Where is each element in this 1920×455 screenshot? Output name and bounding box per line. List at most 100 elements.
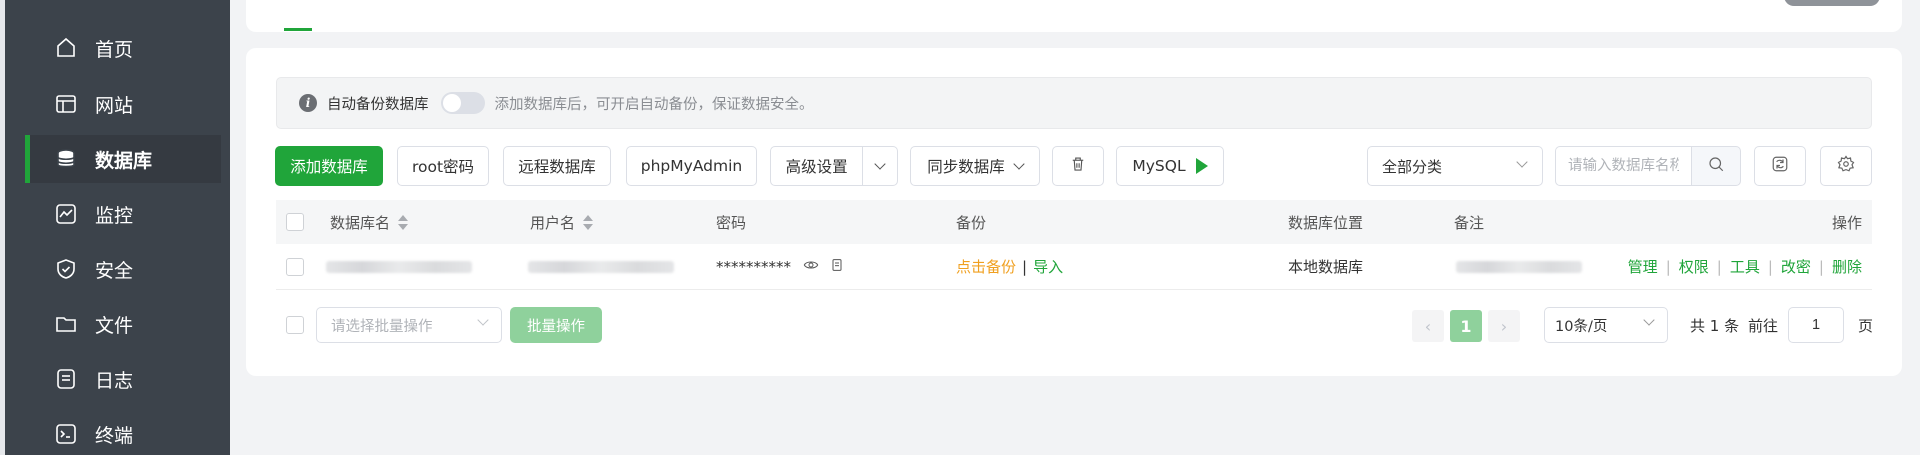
select-all-checkbox[interactable] bbox=[286, 213, 304, 231]
auto-backup-label: 自动备份数据库 bbox=[327, 96, 429, 113]
advanced-settings-button[interactable]: 高级设置 bbox=[770, 146, 898, 186]
permission-link[interactable]: 权限 bbox=[1679, 256, 1709, 277]
sync-database-label: 同步数据库 bbox=[927, 158, 1005, 176]
page-number[interactable]: 1 bbox=[1450, 310, 1482, 342]
batch-operation-select[interactable]: 请选择批量操作 bbox=[316, 307, 502, 343]
page-size-select[interactable]: 10条/页 bbox=[1544, 307, 1668, 343]
delete-button[interactable] bbox=[1052, 146, 1104, 186]
settings-button[interactable] bbox=[1820, 146, 1872, 186]
batch-operation-label: 批量操作 bbox=[527, 318, 585, 335]
db-name-cell[interactable] bbox=[326, 244, 472, 289]
db-location-value: 本地数据库 bbox=[1288, 258, 1364, 276]
play-icon bbox=[1195, 158, 1208, 174]
footer-select-all-checkbox[interactable] bbox=[286, 316, 304, 334]
advanced-settings-label: 高级设置 bbox=[785, 158, 848, 176]
prev-page-button[interactable]: ‹ bbox=[1412, 310, 1444, 342]
col-name[interactable]: 数据库名 bbox=[330, 200, 409, 244]
col-password: 密码 bbox=[716, 200, 746, 244]
sidebar-item-website[interactable]: 网站 bbox=[25, 80, 221, 128]
mysql-version-button[interactable]: MySQL bbox=[1116, 146, 1224, 186]
sort-icon[interactable] bbox=[583, 214, 594, 230]
col-actions-label: 操作 bbox=[1831, 213, 1862, 232]
log-icon bbox=[53, 366, 79, 392]
db-location-cell: 本地数据库 bbox=[1288, 244, 1363, 289]
manage-link[interactable]: 管理 bbox=[1628, 256, 1658, 277]
phpmyadmin-button[interactable]: phpMyAdmin bbox=[626, 146, 757, 186]
change-password-link[interactable]: 改密 bbox=[1781, 256, 1811, 277]
add-database-button[interactable]: 添加数据库 bbox=[275, 146, 383, 186]
terminal-icon bbox=[53, 421, 79, 447]
goto-label: 前往 bbox=[1748, 316, 1779, 335]
database-panel: i 自动备份数据库 添加数据库后，可开启自动备份，保证数据安全。 添加数据库 r… bbox=[246, 48, 1902, 376]
root-password-button[interactable]: root密码 bbox=[397, 146, 489, 186]
website-icon bbox=[53, 91, 79, 117]
goto-page-input[interactable] bbox=[1788, 307, 1844, 343]
chevron-down-icon bbox=[1516, 156, 1528, 168]
toggle-knob bbox=[442, 94, 461, 112]
eye-icon[interactable] bbox=[803, 257, 819, 277]
auto-backup-toggle[interactable] bbox=[440, 92, 485, 114]
separator: | bbox=[1818, 257, 1824, 276]
col-actions: 操作 bbox=[1832, 200, 1862, 244]
remote-database-button[interactable]: 远程数据库 bbox=[503, 146, 611, 186]
chevron-left-icon: ‹ bbox=[1424, 316, 1432, 336]
col-backup-label: 备份 bbox=[956, 213, 987, 232]
batch-operation-button[interactable]: 批量操作 bbox=[510, 307, 602, 343]
sidebar-item-logs[interactable]: 日志 bbox=[25, 355, 221, 403]
remote-database-label: 远程数据库 bbox=[518, 158, 596, 176]
monitor-icon bbox=[53, 201, 79, 227]
sidebar-item-security[interactable]: 安全 bbox=[25, 245, 221, 293]
folder-icon bbox=[53, 311, 79, 337]
sync-database-button[interactable]: 同步数据库 bbox=[910, 146, 1040, 186]
sidebar-item-label: 监控 bbox=[95, 204, 134, 227]
col-location: 数据库位置 bbox=[1288, 200, 1363, 244]
col-remark: 备注 bbox=[1454, 200, 1484, 244]
info-icon: i bbox=[299, 94, 317, 112]
root-password-label: root密码 bbox=[411, 158, 475, 176]
top-action-button[interactable] bbox=[1784, 0, 1880, 6]
sidebar: 首页 网站 数据库 监控 安全 文件 日志 终端 bbox=[0, 0, 230, 455]
search-icon bbox=[1707, 155, 1725, 177]
copy-icon[interactable] bbox=[829, 257, 845, 277]
add-database-label: 添加数据库 bbox=[290, 158, 368, 176]
mysql-label: MySQL bbox=[1132, 157, 1186, 175]
sidebar-item-database[interactable]: 数据库 bbox=[25, 135, 221, 183]
db-remark-cell[interactable] bbox=[1456, 244, 1582, 289]
sidebar-item-label: 数据库 bbox=[95, 149, 153, 172]
sidebar-item-terminal[interactable]: 终端 bbox=[25, 410, 221, 455]
gear-icon bbox=[1837, 155, 1855, 177]
db-password-cell: ********** bbox=[716, 244, 845, 289]
sidebar-item-label: 终端 bbox=[95, 424, 134, 447]
col-user[interactable]: 用户名 bbox=[530, 200, 594, 244]
table-header: 数据库名 用户名 密码 备份 数据库位置 备注 操作 bbox=[276, 200, 1872, 244]
next-page-button[interactable]: › bbox=[1488, 310, 1520, 342]
sidebar-item-label: 日志 bbox=[95, 369, 134, 392]
refresh-icon bbox=[1771, 155, 1789, 177]
chevron-down-icon bbox=[1643, 314, 1655, 326]
chevron-down-icon bbox=[1013, 157, 1025, 170]
sidebar-item-monitor[interactable]: 监控 bbox=[25, 190, 221, 238]
row-actions: 管理 | 权限 | 工具 | 改密 | 删除 bbox=[1628, 244, 1862, 289]
sidebar-item-files[interactable]: 文件 bbox=[25, 300, 221, 348]
sort-icon[interactable] bbox=[398, 214, 409, 230]
sidebar-item-label: 网站 bbox=[95, 94, 134, 117]
search-button[interactable] bbox=[1691, 146, 1741, 186]
redacted-remark bbox=[1456, 260, 1582, 273]
col-backup: 备份 bbox=[956, 200, 986, 244]
auto-backup-notice: i 自动备份数据库 添加数据库后，可开启自动备份，保证数据安全。 bbox=[276, 77, 1872, 129]
masked-password: ********** bbox=[716, 257, 791, 276]
current-page-label: 1 bbox=[1460, 316, 1472, 336]
category-select[interactable]: 全部分类 bbox=[1367, 146, 1543, 186]
search-input[interactable] bbox=[1555, 146, 1691, 186]
advanced-dropdown-toggle[interactable] bbox=[863, 157, 897, 170]
sidebar-item-home[interactable]: 首页 bbox=[25, 24, 221, 72]
backup-link[interactable]: 点击备份 bbox=[956, 256, 1016, 277]
active-tab-indicator bbox=[284, 28, 312, 31]
import-link[interactable]: 导入 bbox=[1033, 256, 1063, 277]
tools-link[interactable]: 工具 bbox=[1730, 256, 1760, 277]
delete-link[interactable]: 删除 bbox=[1832, 256, 1862, 277]
redacted-username bbox=[528, 260, 674, 273]
row-checkbox[interactable] bbox=[286, 257, 304, 276]
refresh-button[interactable] bbox=[1754, 146, 1806, 186]
sidebar-item-label: 首页 bbox=[95, 38, 134, 61]
